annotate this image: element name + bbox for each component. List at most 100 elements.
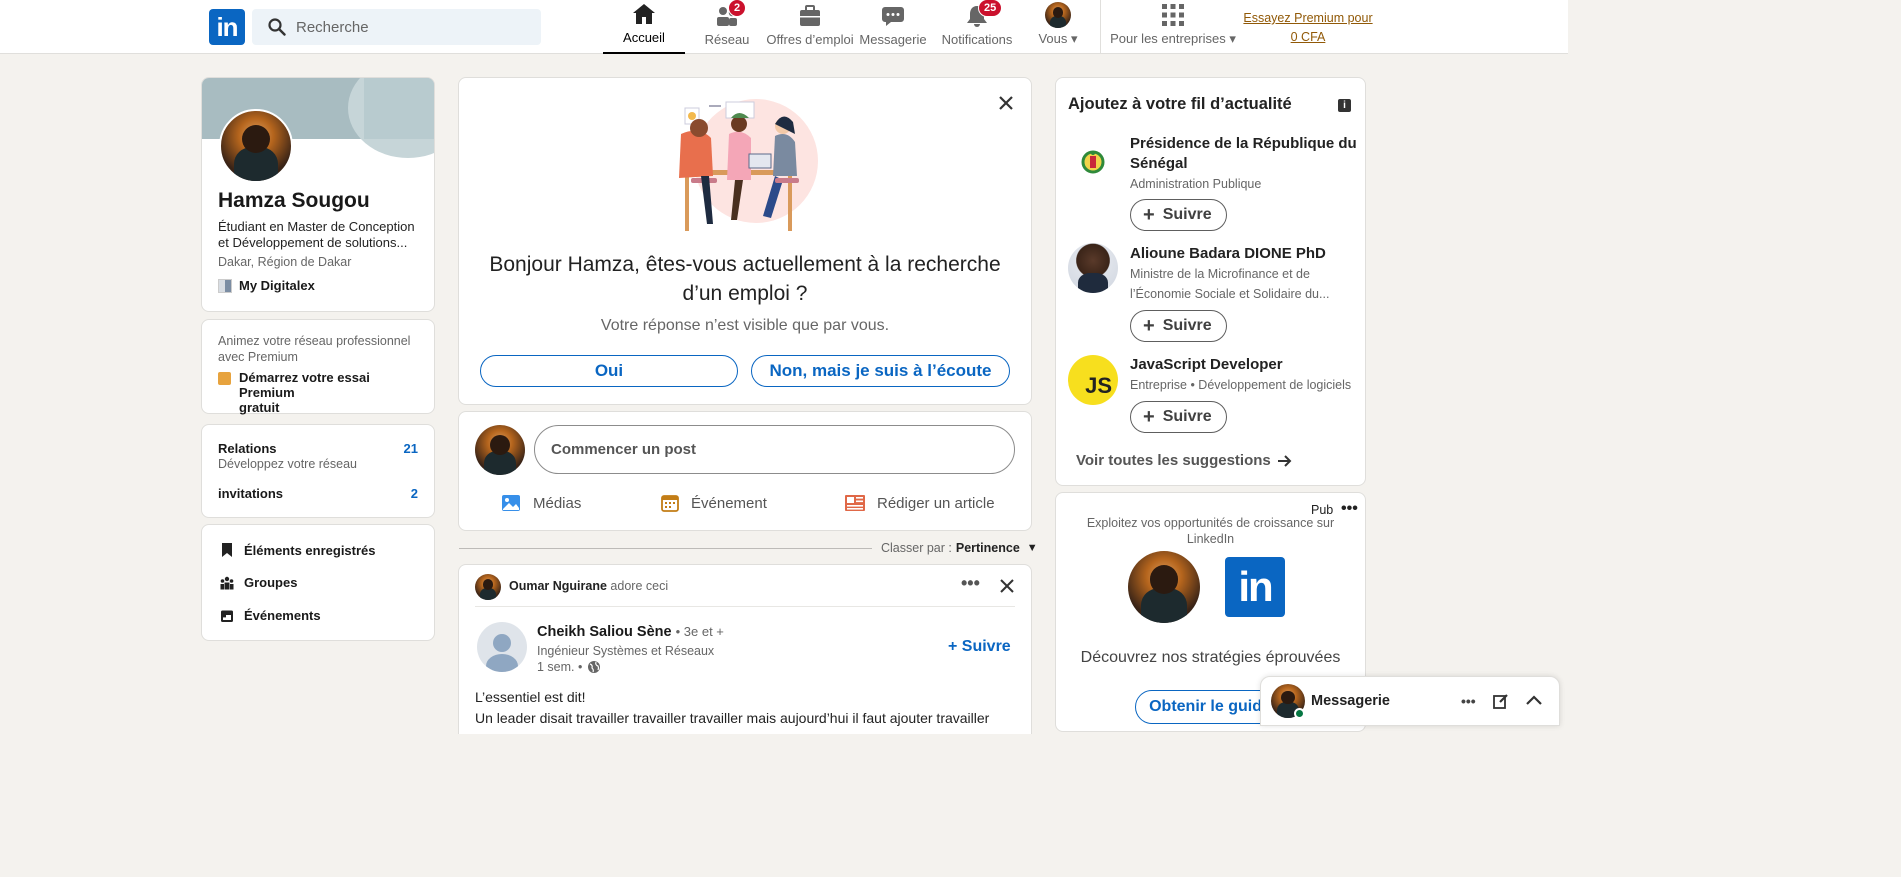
media-button[interactable]: Médias: [501, 494, 581, 512]
suggestion-alioune-dione: Alioune Badara DIONE PhD Ministre de la …: [1056, 243, 1365, 343]
relations-row[interactable]: Relations 21 Développez votre réseau: [202, 435, 434, 475]
job-search-prompt-card: Bonjour Hamza, êtes-vous actuellement à …: [458, 77, 1032, 405]
nav-network[interactable]: 2 Réseau: [700, 0, 754, 54]
ad-text-2: LinkedIn: [1186, 532, 1235, 546]
dismiss-post-icon[interactable]: [999, 578, 1015, 594]
premium-link-line1: Essayez Premium pour: [1243, 11, 1373, 25]
groups-icon: [220, 576, 234, 589]
saved-items-link[interactable]: Éléments enregistrés: [220, 542, 376, 558]
suggestion-javascript-developer: JS JavaScript Developer Entreprise • Dév…: [1056, 354, 1365, 444]
job-prompt-title: Bonjour Hamza, êtes-vous actuellement à …: [459, 250, 1031, 308]
relations-sub: Développez votre réseau: [218, 457, 357, 471]
post-author-headline: Ingénieur Systèmes et Réseaux: [537, 644, 715, 658]
nav-jobs[interactable]: Offres d’emploi: [766, 0, 854, 54]
profile-avatar[interactable]: [219, 109, 293, 183]
suggestion-name-1b[interactable]: Sénégal: [1130, 155, 1188, 172]
suggestion-sub-2a: Ministre de la Microfinance et de: [1130, 267, 1310, 281]
premium-icon: [218, 372, 231, 385]
invitations-label: invitations: [218, 486, 284, 501]
nav-jobs-label: Offres d’emploi: [766, 32, 854, 47]
premium-trial-link[interactable]: Démarrez votre essai Premium gratuit: [218, 370, 428, 415]
groups-link[interactable]: Groupes: [220, 575, 297, 590]
top-navigation-bar: in Recherche Accueil 2 Réseau Offres d’e…: [0, 0, 1568, 54]
write-article-label: Rédiger un article: [877, 494, 995, 512]
reactor-name[interactable]: Oumar Nguirane: [509, 579, 607, 593]
ad-user-avatar: [1128, 551, 1200, 623]
profile-headline-2: et Développement de solutions...: [218, 235, 408, 250]
person-avatar[interactable]: [1068, 243, 1118, 293]
profile-company[interactable]: My Digitalex: [218, 278, 315, 293]
bell-icon: 25: [964, 0, 1003, 29]
people-meeting-illustration: [679, 99, 818, 231]
yes-button[interactable]: Oui: [480, 355, 738, 387]
start-post-input[interactable]: Commencer un post: [534, 425, 1015, 474]
nav-me[interactable]: Vous ▾: [1030, 0, 1086, 54]
suggestion-name-3[interactable]: JavaScript Developer: [1130, 356, 1283, 373]
author-avatar[interactable]: [477, 622, 527, 672]
more-options-icon[interactable]: •••: [961, 574, 980, 594]
linkedin-logo[interactable]: in: [209, 9, 245, 45]
more-options-icon[interactable]: •••: [1461, 694, 1476, 708]
events-link[interactable]: Événements: [220, 608, 321, 623]
job-prompt-title-2: d’un emploi ?: [682, 282, 808, 305]
follow-button-3[interactable]: + Suivre: [1130, 401, 1227, 433]
follow-button-2[interactable]: + Suivre: [1130, 310, 1227, 342]
sort-dropdown[interactable]: Classer par : Pertinence ▼: [881, 541, 1038, 555]
write-article-button[interactable]: Rédiger un article: [845, 494, 995, 512]
suggestion-sub-1: Administration Publique: [1130, 177, 1262, 191]
suggestion-senegal-presidency: Présidence de la République du Sénégal A…: [1056, 133, 1365, 233]
post-time-label: 1 sem. •: [537, 660, 583, 674]
post-body-line-2: Un leader disait travailler travailler t…: [475, 710, 990, 726]
notifications-badge: 25: [978, 0, 1003, 17]
post-author-name[interactable]: Cheikh Saliou Sène: [537, 624, 672, 640]
open-to-work-button[interactable]: Non, mais je suis à l’écoute: [751, 355, 1010, 387]
grid-icon: [1160, 2, 1186, 28]
premium-cta-1: Démarrez votre essai Premium: [239, 370, 370, 400]
nav-divider: [1100, 0, 1101, 54]
groups-label: Groupes: [244, 575, 298, 590]
composer-avatar[interactable]: [475, 425, 525, 475]
more-options-icon[interactable]: •••: [1341, 501, 1358, 517]
seal-logo[interactable]: [1070, 139, 1116, 185]
image-icon: [502, 495, 520, 511]
follow-button-1[interactable]: + Suivre: [1130, 199, 1227, 231]
media-label: Médias: [533, 494, 582, 512]
profile-headline-1: Étudiant en Master de Conception: [218, 219, 415, 234]
search-placeholder: Recherche: [296, 18, 369, 36]
ad-text: Exploitez vos opportunités de croissance…: [1056, 515, 1365, 547]
see-all-label: Voir toutes les suggestions: [1076, 452, 1271, 469]
sort-divider: [459, 548, 872, 549]
see-all-suggestions-link[interactable]: Voir toutes les suggestions: [1076, 452, 1293, 469]
messaging-label: Messagerie: [1311, 693, 1390, 709]
premium-card: Animez votre réseau professionnel avec P…: [201, 319, 435, 415]
network-badge: 2: [728, 0, 747, 17]
feed-post-card: Oumar Nguirane adore ceci ••• Cheikh Sal…: [458, 564, 1032, 734]
nav-business-label: Pour les entreprises ▾: [1110, 31, 1236, 46]
event-button[interactable]: Événement: [661, 494, 767, 512]
search-icon: [268, 18, 286, 36]
reactor-avatar[interactable]: [475, 574, 501, 600]
javascript-logo-icon[interactable]: JS: [1068, 355, 1118, 405]
profile-name[interactable]: Hamza Sougou: [218, 189, 370, 213]
post-author-degree: • 3e et +: [675, 624, 724, 639]
nav-notifications[interactable]: 25 Notifications: [940, 0, 1014, 54]
premium-text-1: Animez votre réseau professionnel: [218, 334, 411, 348]
invitations-row[interactable]: invitations 2: [202, 481, 434, 507]
search-input[interactable]: Recherche: [252, 9, 541, 45]
nav-home[interactable]: Accueil: [603, 0, 685, 54]
nav-messaging[interactable]: Messagerie: [859, 0, 927, 54]
follow-author-button[interactable]: + Suivre: [948, 638, 1011, 656]
try-premium-link[interactable]: Essayez Premium pour 0 CFA: [1240, 9, 1376, 47]
nav-business[interactable]: Pour les entreprises ▾: [1108, 0, 1238, 54]
suggestion-name-1a[interactable]: Présidence de la République du: [1130, 135, 1357, 152]
profile-card: Hamza Sougou Étudiant en Master de Conce…: [201, 77, 435, 312]
info-icon[interactable]: i: [1338, 99, 1351, 112]
follow-label-3: Suivre: [1162, 408, 1212, 425]
compose-icon[interactable]: [1493, 693, 1509, 709]
chevron-up-icon[interactable]: [1525, 694, 1543, 706]
job-prompt-subtitle: Votre réponse n’est visible que par vous…: [600, 317, 890, 334]
close-icon[interactable]: [997, 94, 1015, 112]
online-status-dot: [1294, 708, 1305, 719]
messaging-dock[interactable]: Messagerie •••: [1260, 676, 1560, 726]
suggestion-name-2[interactable]: Alioune Badara DIONE PhD: [1130, 245, 1326, 262]
